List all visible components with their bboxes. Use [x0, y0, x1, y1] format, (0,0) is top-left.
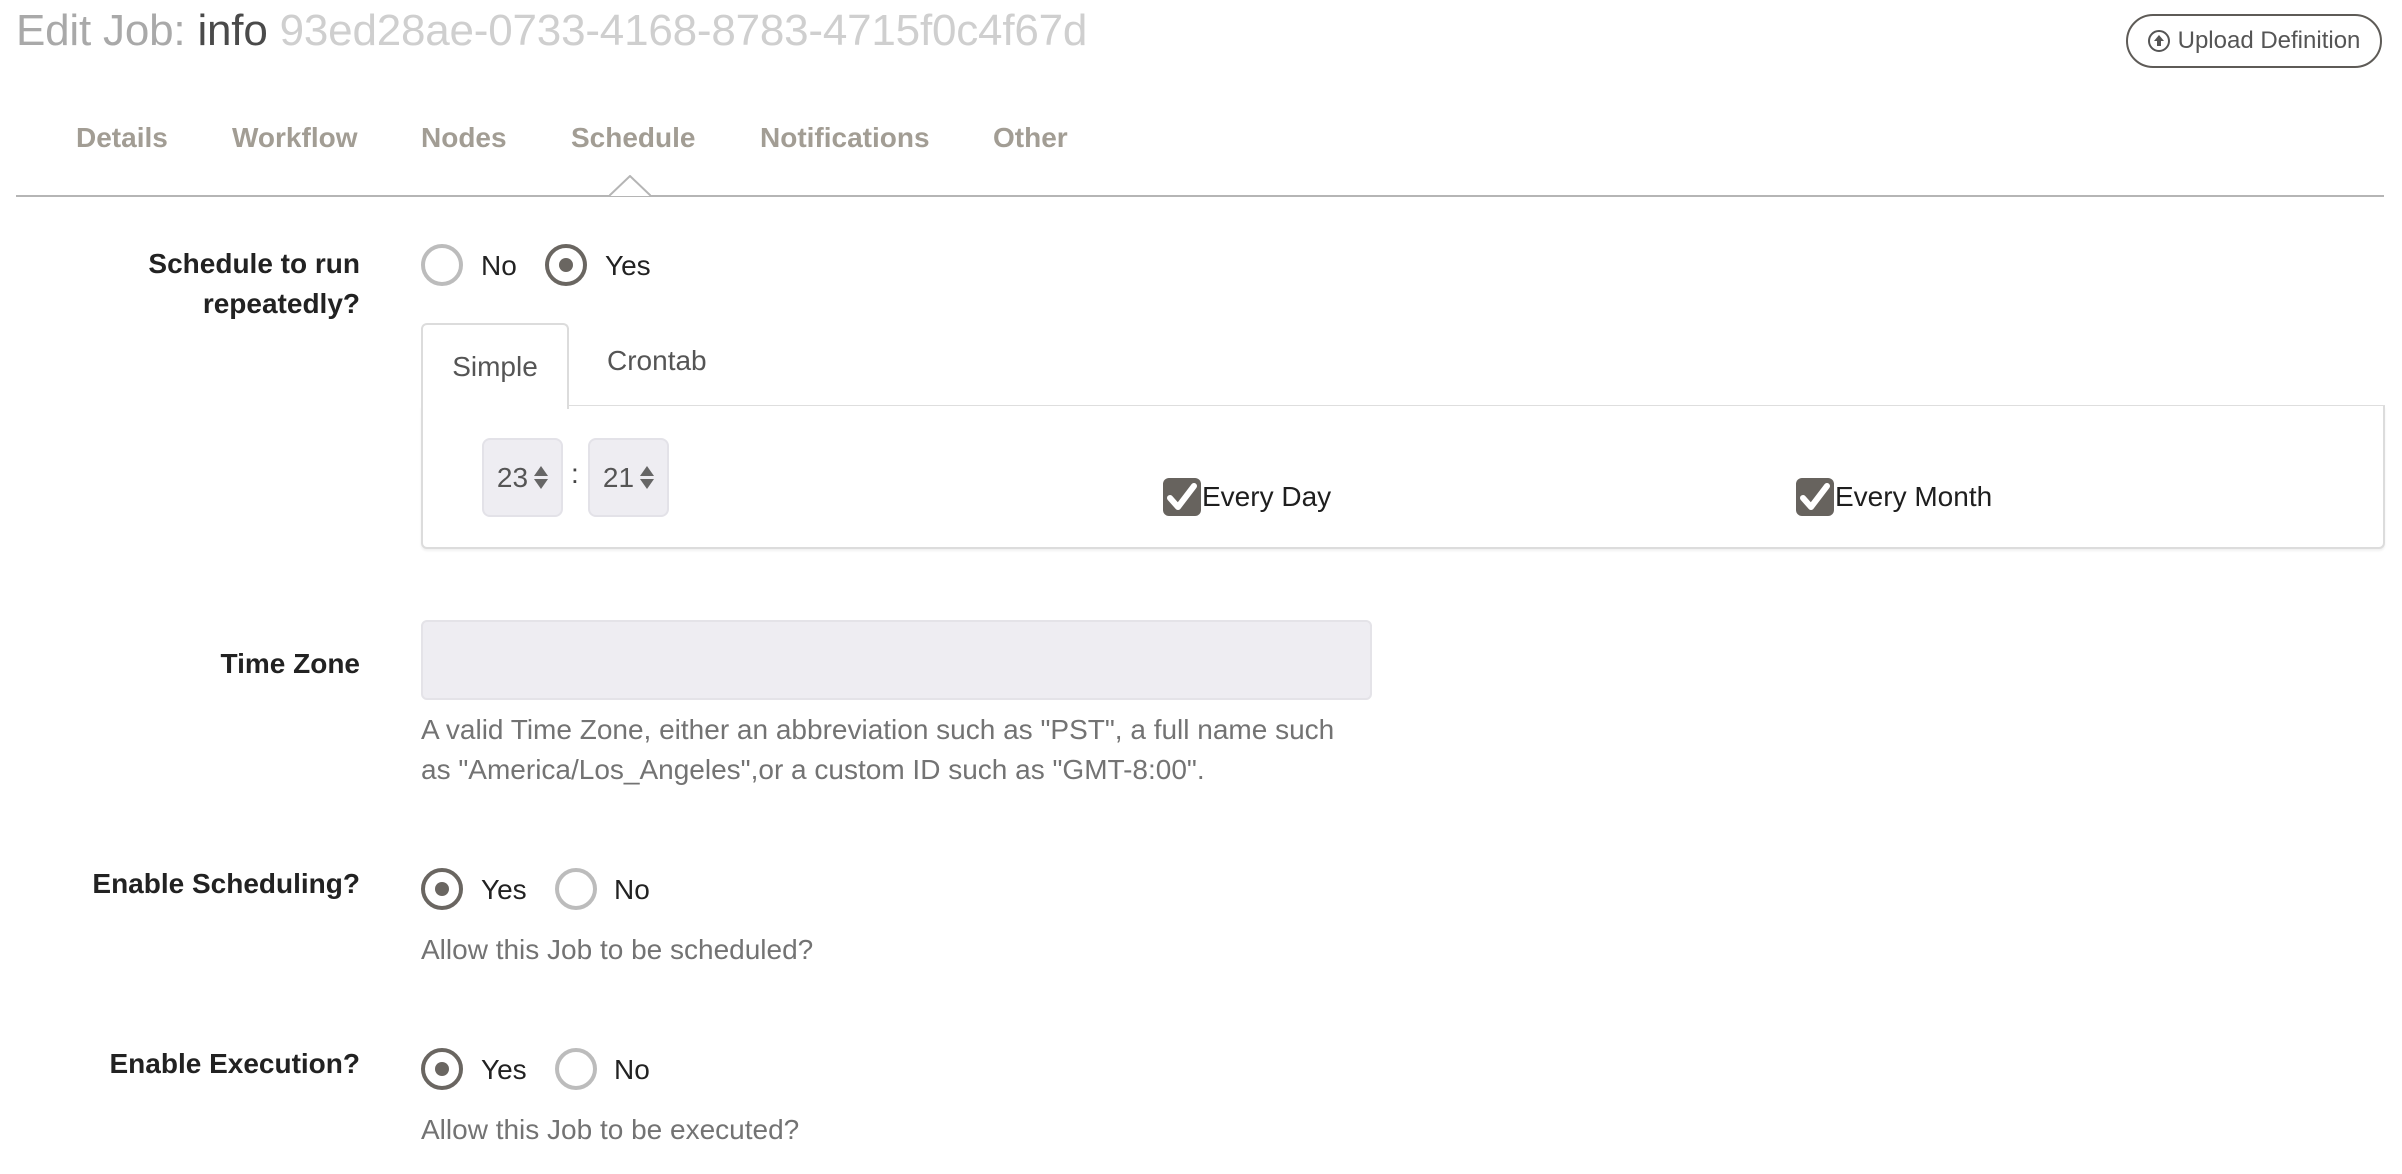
- tabs-divider: [16, 195, 2384, 197]
- enable-scheduling-no-radio[interactable]: [555, 868, 597, 910]
- schedule-repeat-label-line2: repeatedly?: [202, 288, 360, 319]
- subtab-simple[interactable]: Simple: [421, 323, 569, 409]
- active-tab-caret-icon: [609, 175, 651, 197]
- every-day-label[interactable]: Every Day: [1202, 481, 1331, 513]
- subtab-simple-label: Simple: [452, 351, 538, 382]
- tab-nodes[interactable]: Nodes: [421, 122, 507, 154]
- schedule-repeat-no-label[interactable]: No: [481, 250, 517, 282]
- enable-scheduling-yes-label[interactable]: Yes: [481, 874, 527, 906]
- time-zone-help-line1: A valid Time Zone, either an abbreviatio…: [421, 714, 1335, 745]
- select-arrows-icon: [640, 466, 655, 489]
- hour-value: 23: [496, 461, 529, 493]
- enable-execution-no-radio[interactable]: [555, 1048, 597, 1090]
- page-title: Edit Job: info 93ed28ae-0733-4168-8783-4…: [16, 6, 1087, 56]
- enable-scheduling-no-label[interactable]: No: [614, 874, 650, 906]
- time-zone-help: A valid Time Zone, either an abbreviatio…: [421, 710, 1334, 790]
- enable-scheduling-label: Enable Scheduling?: [92, 868, 360, 899]
- every-day-checkbox[interactable]: [1163, 478, 1201, 516]
- tab-other[interactable]: Other: [993, 122, 1068, 154]
- time-zone-label: Time Zone: [220, 648, 360, 679]
- time-zone-input[interactable]: [421, 620, 1372, 700]
- tab-schedule[interactable]: Schedule: [571, 122, 695, 154]
- every-month-label[interactable]: Every Month: [1835, 481, 1992, 513]
- schedule-repeat-label: Schedule to run repeatedly?: [0, 244, 360, 324]
- tab-notifications[interactable]: Notifications: [760, 122, 930, 154]
- enable-scheduling-help: Allow this Job to be scheduled?: [421, 934, 814, 965]
- every-month-checkbox[interactable]: [1796, 478, 1834, 516]
- upload-definition-button[interactable]: Upload Definition: [2126, 14, 2382, 68]
- tab-workflow[interactable]: Workflow: [232, 122, 357, 154]
- enable-execution-yes-label[interactable]: Yes: [481, 1054, 527, 1086]
- schedule-repeat-yes-label[interactable]: Yes: [605, 250, 651, 282]
- select-arrows-icon: [534, 466, 549, 489]
- schedule-repeat-label-line1: Schedule to run: [148, 248, 360, 279]
- schedule-repeat-no-radio[interactable]: [421, 244, 463, 286]
- minute-value: 21: [602, 461, 635, 493]
- enable-scheduling-yes-radio[interactable]: [421, 868, 463, 910]
- job-name: info: [197, 6, 268, 55]
- job-id: 93ed28ae-0733-4168-8783-4715f0c4f67d: [279, 6, 1088, 55]
- hour-select[interactable]: 23: [482, 438, 563, 517]
- schedule-repeat-yes-radio[interactable]: [545, 244, 587, 286]
- checkmark-icon: [1800, 483, 1830, 510]
- checkmark-icon: [1167, 483, 1197, 510]
- subtab-crontab[interactable]: Crontab: [607, 345, 707, 377]
- tab-details[interactable]: Details: [76, 122, 168, 154]
- title-prefix: Edit Job:: [16, 6, 186, 55]
- enable-execution-help: Allow this Job to be executed?: [421, 1114, 800, 1145]
- time-zone-help-line2: as "America/Los_Angeles",or a custom ID …: [421, 754, 1205, 785]
- enable-execution-yes-radio[interactable]: [421, 1048, 463, 1090]
- simple-schedule-panel: [421, 406, 2385, 549]
- time-separator: :: [571, 458, 579, 489]
- enable-execution-label: Enable Execution?: [109, 1048, 361, 1079]
- enable-execution-no-label[interactable]: No: [614, 1054, 650, 1086]
- upload-definition-label: Upload Definition: [2177, 27, 2361, 54]
- upload-circle-icon: [2147, 30, 2170, 52]
- minute-select[interactable]: 21: [588, 438, 669, 517]
